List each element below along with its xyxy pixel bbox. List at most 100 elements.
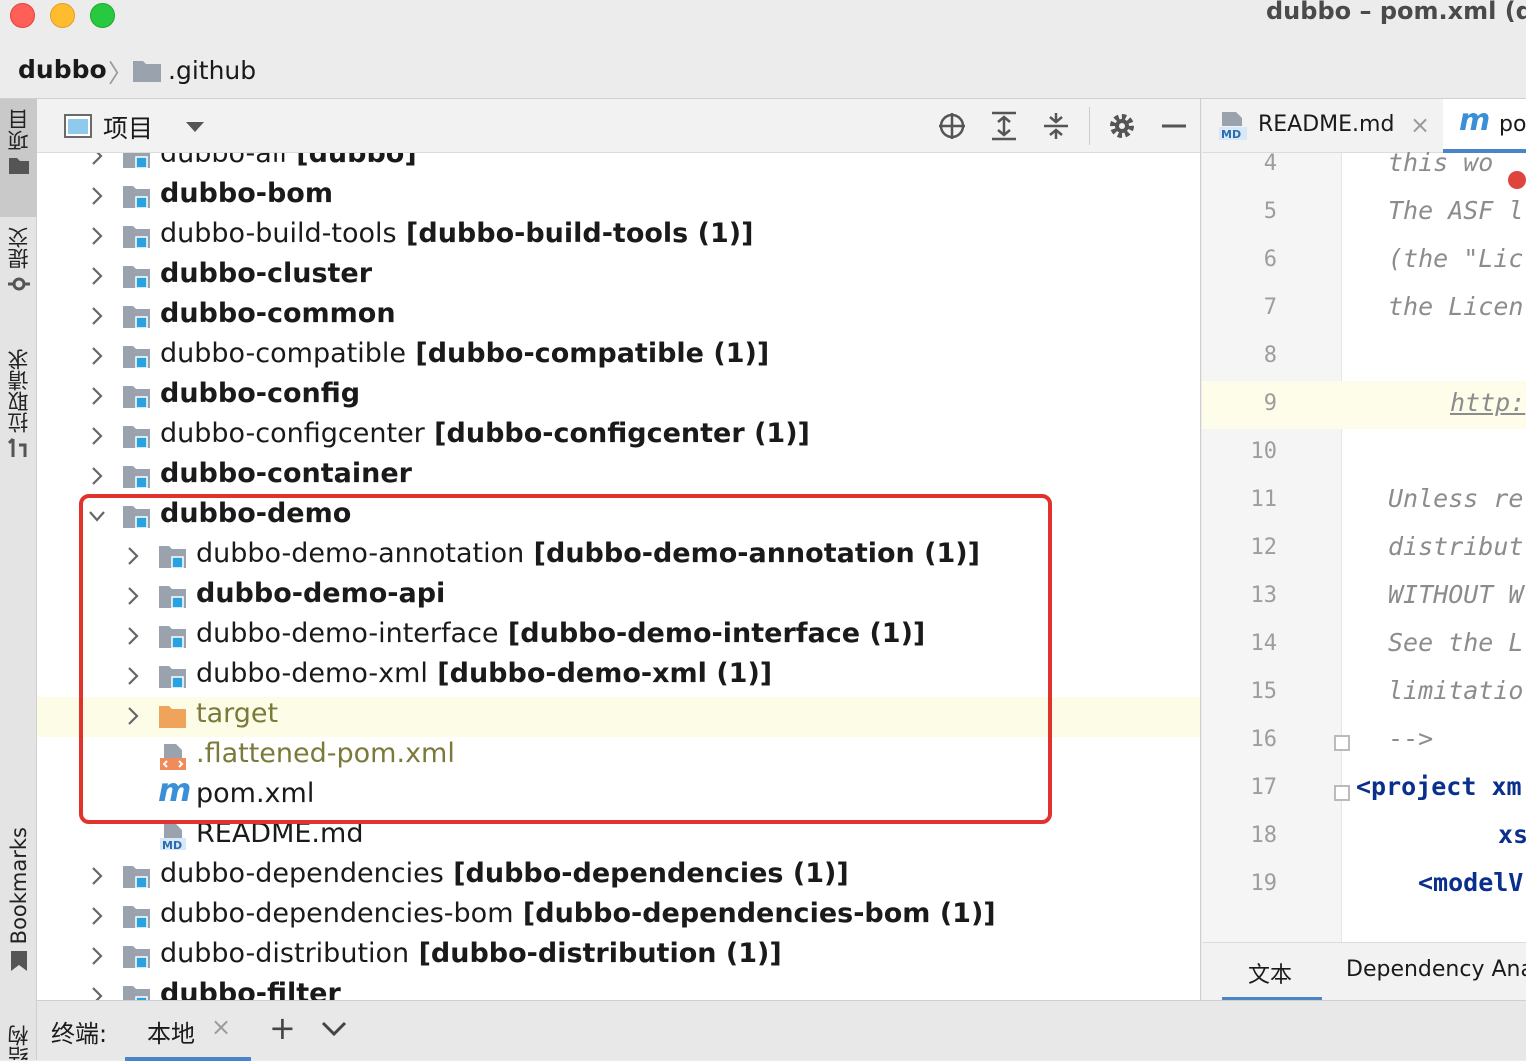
expand-all-icon[interactable] xyxy=(989,111,1019,141)
tab-label: README.md xyxy=(1258,112,1395,137)
tool-tab-commit[interactable]: 提交 xyxy=(0,227,37,319)
code-line[interactable]: xs xyxy=(1498,820,1526,849)
tree-row[interactable]: dubbo-configcenter [dubbo-configcenter (… xyxy=(37,417,1200,457)
folder-icon xyxy=(133,61,161,82)
terminal-tab-local[interactable]: 本地 × xyxy=(125,1001,251,1061)
tree-row[interactable]: dubbo-distribution [dubbo-distribution (… xyxy=(37,937,1200,977)
chevron-right-icon[interactable] xyxy=(88,185,106,207)
tab-pom[interactable]: m po xyxy=(1443,99,1526,153)
tab-dependency-analyzer[interactable]: Dependency Ana xyxy=(1346,957,1526,982)
code-line[interactable]: the Licen xyxy=(1388,292,1523,321)
collapse-all-icon[interactable] xyxy=(1041,111,1071,141)
tool-tab-project[interactable]: 项目 xyxy=(0,99,37,217)
tool-tab-label: 结构 xyxy=(6,1025,31,1060)
chevron-down-icon[interactable] xyxy=(321,1021,347,1037)
chevron-down-icon[interactable] xyxy=(185,121,205,133)
tree-item-module-suffix: [dubbo-build-tools (1)] xyxy=(396,218,754,249)
tree-row[interactable]: dubbo-common xyxy=(37,297,1200,337)
tree-row[interactable]: dubbo-compatible [dubbo-compatible (1)] xyxy=(37,337,1200,377)
fold-marker-icon[interactable] xyxy=(1334,785,1350,801)
chevron-right-icon[interactable] xyxy=(88,153,106,167)
code-line[interactable]: --> xyxy=(1388,724,1433,753)
tree-item-name: dubbo-dependencies-bom xyxy=(160,898,514,929)
project-view-title[interactable]: 项目 xyxy=(103,109,153,145)
tree-item-label: dubbo-dependencies [dubbo-dependencies (… xyxy=(160,858,849,889)
code-line[interactable]: http: xyxy=(1450,388,1525,417)
tab-label: 文本 xyxy=(1248,963,1293,988)
add-terminal-icon[interactable]: + xyxy=(269,1009,296,1047)
close-icon[interactable]: × xyxy=(1410,111,1430,139)
tree-row[interactable]: dubbo-dependencies [dubbo-dependencies (… xyxy=(37,857,1200,897)
chevron-right-icon[interactable] xyxy=(88,385,106,407)
code-line[interactable]: The ASF l xyxy=(1388,196,1523,225)
project-view-icon xyxy=(64,114,92,138)
chevron-right-icon[interactable] xyxy=(88,465,106,487)
chevron-right-icon[interactable] xyxy=(88,425,106,447)
error-icon[interactable] xyxy=(1508,171,1526,189)
chevron-right-icon[interactable] xyxy=(88,305,106,327)
tab-readme[interactable]: MD README.md × xyxy=(1202,99,1442,153)
tree-item-module-suffix: [dubbo-compatible (1)] xyxy=(405,338,770,369)
tree-item-name: dubbo-compatible xyxy=(160,338,406,369)
title-bar: dubbo – pom.xml (d xyxy=(0,0,1526,44)
chevron-right-icon[interactable] xyxy=(88,265,106,287)
tool-tab-structure[interactable]: 结构 xyxy=(0,1025,37,1060)
code-line[interactable]: this wo xyxy=(1388,148,1493,177)
gear-icon[interactable] xyxy=(1107,111,1137,141)
chevron-right-icon[interactable] xyxy=(88,865,106,887)
tree-row[interactable]: dubbo-cluster xyxy=(37,257,1200,297)
code-line[interactable]: See the L xyxy=(1388,628,1523,657)
code-line[interactable]: distribut xyxy=(1388,532,1523,561)
tool-tab-pull-requests[interactable]: 拉取请求 xyxy=(0,349,37,489)
code-line[interactable]: limitatio xyxy=(1388,676,1523,705)
zoom-window-button[interactable] xyxy=(90,3,115,28)
fold-marker-icon[interactable] xyxy=(1334,735,1350,751)
tree-item-module-suffix: [dubbo-dependencies (1)] xyxy=(443,858,849,889)
line-number: 4 xyxy=(1263,151,1277,176)
bookmark-icon xyxy=(10,951,27,972)
tree-item-module-suffix: [dubbo-distribution (1)] xyxy=(409,938,782,969)
tree-item-name: dubbo-build-tools xyxy=(160,218,397,249)
maven-icon: m xyxy=(1459,103,1491,138)
module-folder-icon xyxy=(122,423,152,451)
code-line[interactable]: Unless re xyxy=(1388,484,1523,513)
chevron-right-icon[interactable] xyxy=(88,905,106,927)
tree-item-name: dubbo-config xyxy=(160,378,361,409)
minimize-panel-icon[interactable] xyxy=(1159,111,1189,141)
tree-row[interactable]: dubbo-filter xyxy=(37,977,1200,1000)
code-line[interactable]: <project xm xyxy=(1356,772,1522,801)
tree-row[interactable]: dubbo-bom xyxy=(37,177,1200,217)
line-number: 10 xyxy=(1250,439,1278,464)
breadcrumb-child[interactable]: .github xyxy=(168,56,256,85)
code-line[interactable]: <modelV xyxy=(1418,868,1523,897)
tree-item-label: dubbo-dependencies-bom [dubbo-dependenci… xyxy=(160,898,996,929)
chevron-right-icon[interactable] xyxy=(88,345,106,367)
chevron-right-icon[interactable] xyxy=(88,945,106,967)
chevron-right-icon[interactable] xyxy=(88,985,106,1000)
line-number: 12 xyxy=(1250,535,1278,560)
tool-tab-label: Bookmarks xyxy=(6,827,31,945)
tab-text[interactable]: 文本 xyxy=(1222,943,1322,1000)
close-window-button[interactable] xyxy=(10,3,35,28)
toolbar-divider xyxy=(1089,107,1090,145)
tree-row[interactable]: dubbo-build-tools [dubbo-build-tools (1)… xyxy=(37,217,1200,257)
tree-row[interactable]: dubbo-container xyxy=(37,457,1200,497)
tree-item-label: dubbo-container xyxy=(160,458,412,489)
tool-tab-bookmarks[interactable]: Bookmarks xyxy=(0,827,37,992)
line-number: 5 xyxy=(1263,199,1277,224)
svg-text:MD: MD xyxy=(1221,128,1241,141)
close-icon[interactable]: × xyxy=(211,1013,231,1041)
chevron-right-icon[interactable] xyxy=(88,225,106,247)
tree-row[interactable]: dubbo-config xyxy=(37,377,1200,417)
tree-item-label: dubbo-all [dubbo] xyxy=(160,153,417,169)
chevron-right-icon: 〉 xyxy=(108,59,134,88)
minimize-window-button[interactable] xyxy=(50,3,75,28)
locate-icon[interactable] xyxy=(937,111,967,141)
tree-row[interactable]: dubbo-dependencies-bom [dubbo-dependenci… xyxy=(37,897,1200,937)
tree-row[interactable]: dubbo-all [dubbo] xyxy=(37,153,1200,177)
code-line[interactable]: WITHOUT W xyxy=(1388,580,1523,609)
pull-request-icon xyxy=(7,437,26,457)
code-line[interactable]: (the "Lic xyxy=(1388,244,1523,273)
breadcrumb-root[interactable]: dubbo xyxy=(18,55,107,84)
tab-label: 本地 xyxy=(147,1020,195,1048)
